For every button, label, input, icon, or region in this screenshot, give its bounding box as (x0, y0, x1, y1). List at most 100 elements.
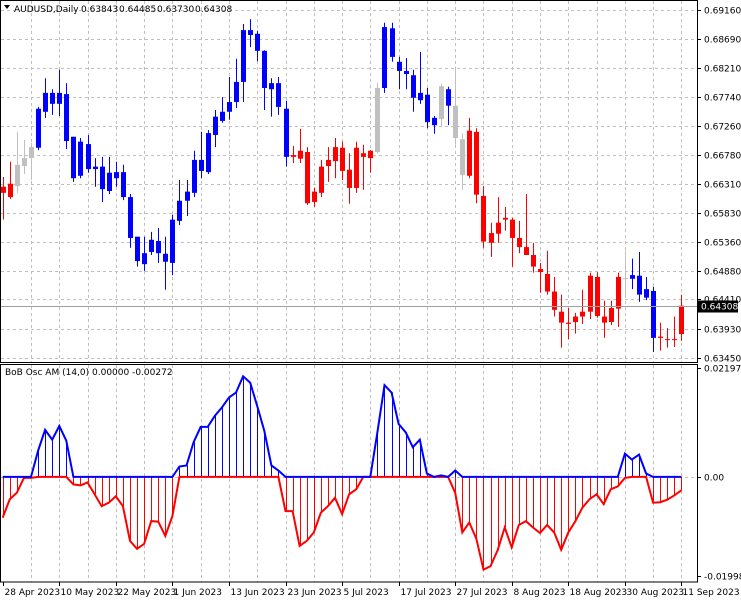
candle-body (439, 86, 444, 120)
candle (588, 272, 593, 319)
candle-body (644, 289, 649, 298)
candle-body (432, 117, 437, 126)
candle-body (623, 278, 628, 280)
candle (64, 83, 69, 149)
candle (510, 217, 515, 267)
candle (170, 214, 175, 276)
candle (107, 156, 112, 195)
current-price-label: 0.64308 (701, 303, 738, 313)
candle (262, 50, 267, 110)
time-axis-label: 11 Sep 2023 (683, 588, 740, 598)
time-axis-label: 10 May 2023 (61, 588, 120, 598)
candle-body (559, 311, 564, 323)
candle-body (658, 336, 663, 338)
candle-body (185, 191, 190, 201)
close-value: 0.64308 (195, 5, 232, 15)
candle (36, 106, 41, 151)
candle (340, 141, 345, 181)
high-value: 0.64485 (119, 5, 156, 15)
candle-body (467, 130, 472, 176)
price-axis-label: 0.67740 (704, 94, 741, 104)
candle-body (163, 253, 168, 262)
candle-body (128, 197, 133, 238)
candle (460, 133, 465, 190)
candle (206, 130, 211, 174)
candle-body (333, 147, 338, 162)
price-axis-label: 0.65360 (704, 239, 741, 249)
candle-body (170, 219, 175, 263)
candle (50, 89, 55, 115)
candle-body (418, 92, 423, 101)
chart-window[interactable]: 0.69160 0.68690 0.68210 0.67740 0.67260 0.667… (0, 0, 741, 600)
candle-body (474, 131, 479, 195)
time-axis-label: 27 Jul 2023 (457, 588, 508, 598)
candle (248, 19, 253, 48)
candle (276, 77, 281, 115)
candle-body (361, 153, 366, 157)
candle-body (538, 269, 543, 273)
candle-body (93, 166, 98, 170)
price-axis-label: 0.64880 (704, 268, 741, 278)
candle-body (489, 233, 494, 243)
candle (397, 56, 402, 90)
candle (192, 150, 197, 198)
candle (390, 22, 395, 62)
time-axis-label: 8 Aug 2023 (514, 588, 566, 598)
candle (8, 161, 13, 199)
candle (213, 109, 218, 148)
candle (255, 30, 260, 62)
candle (354, 141, 359, 193)
candle-body (630, 275, 635, 279)
candle (291, 145, 296, 163)
candle-body (107, 172, 112, 192)
candle-body (368, 150, 373, 159)
candle-body (566, 322, 571, 324)
candle (71, 136, 76, 182)
candle-body (114, 172, 119, 179)
candle-body (326, 159, 331, 167)
candle (220, 97, 225, 123)
candle (672, 316, 677, 348)
candle-body (135, 236, 140, 262)
candle-body (390, 28, 395, 57)
candle-body (71, 136, 76, 179)
time-axis-label: 18 Aug 2023 (570, 588, 628, 598)
candle-body (213, 116, 218, 135)
low-value: 0.63730 (157, 5, 194, 15)
candle (227, 77, 232, 120)
candle-body (651, 290, 656, 338)
candle (517, 220, 522, 254)
candle (481, 186, 486, 248)
candle-body (100, 166, 105, 190)
candle-body (78, 141, 83, 176)
candle (22, 139, 27, 174)
candle (453, 66, 458, 145)
candle-body (22, 158, 27, 167)
candle (658, 322, 663, 351)
candle-body (149, 239, 154, 252)
candle-body (382, 27, 387, 89)
candle (559, 294, 564, 348)
candle (651, 286, 656, 352)
candle-body (234, 81, 239, 103)
candle-body (248, 30, 253, 35)
candle-body (679, 305, 684, 335)
candle-body (312, 191, 317, 202)
candle-body (481, 195, 486, 242)
triangle-down-icon[interactable] (4, 5, 10, 9)
price-axis-label: 0.63930 (704, 326, 741, 336)
candle-body (672, 339, 677, 341)
candle-body (665, 339, 670, 341)
candle-body (375, 88, 380, 153)
candle (566, 308, 571, 340)
candle (418, 52, 423, 104)
candle-body (262, 50, 267, 89)
candle-body (15, 164, 20, 187)
candle (446, 86, 451, 126)
candle (128, 194, 133, 248)
candle (305, 147, 310, 206)
candle-body (227, 102, 232, 112)
candle (142, 236, 147, 271)
candle (319, 159, 324, 198)
candle-body (404, 70, 409, 74)
